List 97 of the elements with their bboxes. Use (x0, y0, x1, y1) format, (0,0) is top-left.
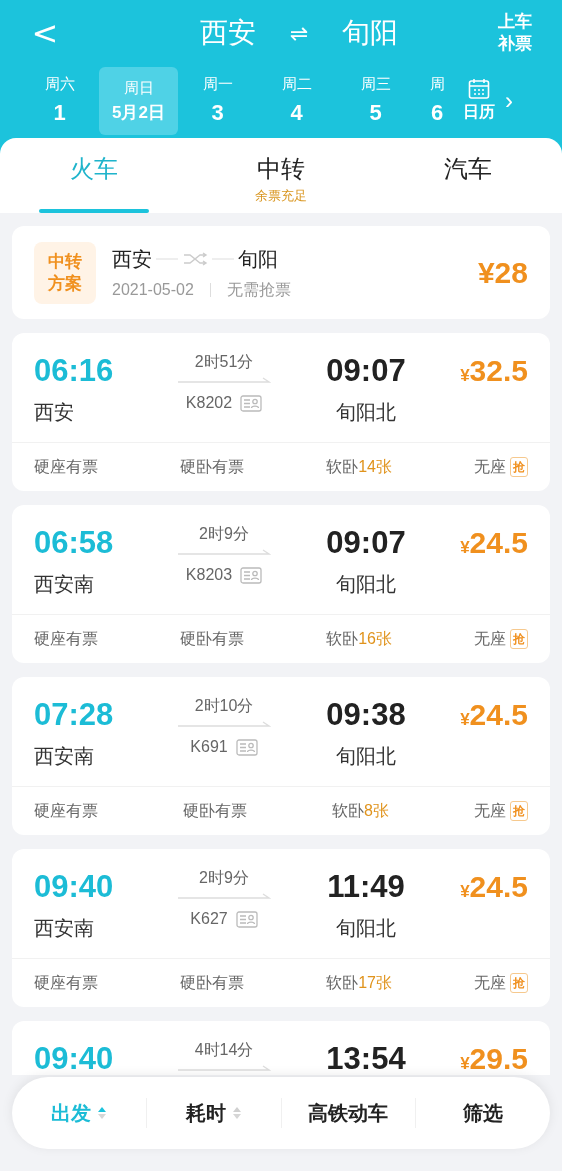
sort-option[interactable]: 高铁动车 (308, 1098, 389, 1128)
transfer-card[interactable]: 中转 方案 西安 旬阳 2021-05-02 无需抢票 ¥28 (12, 226, 550, 319)
grab-ticket-badge[interactable]: 抢 (510, 973, 528, 993)
sort-option[interactable]: 筛选 (463, 1098, 504, 1128)
date-tab[interactable]: 周 6 (415, 67, 459, 135)
train-card[interactable]: 06:16 西安 2时51分 K8202 09:07 旬阳北 ¥32.5 硬座有票 硬卧有票 软卧14张 无座 抢 (12, 333, 550, 491)
ticket-price: 24.5 (469, 869, 528, 905)
date-tab[interactable]: 周三 5 (336, 67, 415, 135)
seat-availability: 硬卧有票 (180, 629, 245, 649)
departure-station: 西安南 (34, 916, 95, 941)
origin-city: 西安 (199, 16, 256, 50)
arrival-time: 09:07 (326, 524, 406, 562)
back-button[interactable]: < (30, 17, 60, 49)
seat-availability: 硬卧有票 (180, 973, 245, 993)
travel-duration: 2时9分 (199, 524, 249, 544)
arrival-station: 旬阳北 (336, 916, 396, 941)
departure-time: 06:16 (34, 352, 115, 390)
passenger-card-icon (240, 394, 263, 412)
date-tab[interactable]: 周一 3 (178, 67, 257, 135)
arrival-station: 旬阳北 (336, 744, 396, 769)
currency-symbol: ¥ (460, 710, 470, 731)
passenger-card-icon (235, 910, 258, 928)
grab-ticket-badge[interactable]: 抢 (510, 457, 528, 477)
departure-time: 06:58 (34, 524, 115, 562)
seat-availability: 硬座有票 (34, 801, 98, 821)
ticket-price: 24.5 (469, 525, 528, 561)
arrival-time: 11:49 (327, 868, 405, 906)
arrival-station: 旬阳北 (336, 400, 396, 425)
currency-symbol: ¥ (460, 882, 470, 903)
transfer-date: 2021-05-02 (112, 279, 194, 300)
departure-time: 07:28 (34, 696, 115, 734)
train-number: K8202 (185, 393, 233, 413)
transfer-note: 无需抢票 (226, 279, 291, 300)
seat-availability: 硬座有票 (34, 973, 98, 993)
departure-station: 西安 (34, 400, 75, 425)
currency-symbol: ¥ (460, 538, 470, 559)
departure-station: 西安南 (34, 572, 95, 597)
calendar-button[interactable]: 日历 (463, 78, 495, 124)
departure-time: 09:40 (34, 868, 115, 906)
sort-icon (96, 1106, 107, 1120)
travel-duration: 2时9分 (199, 868, 249, 888)
arrival-station: 旬阳北 (336, 572, 396, 597)
travel-duration: 2时10分 (194, 696, 254, 716)
travel-duration: 2时51分 (194, 352, 254, 372)
date-tab[interactable]: 周二 4 (257, 67, 336, 135)
transfer-origin: 西安 (112, 246, 152, 272)
sort-option[interactable]: 耗时 (185, 1098, 242, 1128)
ticket-price: 24.5 (469, 697, 528, 733)
transfer-destination: 旬阳 (238, 246, 278, 272)
train-number: K8203 (185, 565, 233, 585)
train-card[interactable]: 06:58 西安南 2时9分 K8203 09:07 旬阳北 ¥24.5 硬座有票 硬卧有票 软卧16张 无座 抢 (12, 505, 550, 663)
seat-availability: 硬座有票 (34, 457, 98, 477)
transfer-price: ¥28 (477, 255, 528, 291)
ticket-price: 29.5 (469, 1041, 528, 1075)
seat-availability: 软卧14张 (326, 457, 392, 477)
ticket-price: 32.5 (469, 353, 528, 389)
grab-ticket-badge[interactable]: 抢 (510, 801, 528, 821)
date-tab[interactable]: 周六 1 (20, 67, 99, 135)
seat-availability: 无座 (474, 973, 506, 993)
arrival-time: 09:38 (326, 696, 406, 734)
mode-tab[interactable]: 火车 (0, 138, 188, 213)
date-tab[interactable]: 周日 5月2日 (99, 67, 178, 135)
seat-availability: 硬座有票 (34, 629, 98, 649)
arrival-time: 13:54 (326, 1040, 406, 1075)
arrival-time: 09:07 (326, 352, 406, 390)
onboard-ticket-button[interactable]: 上车 补票 (498, 11, 532, 55)
seat-availability: 软卧16张 (326, 629, 392, 649)
sort-option[interactable]: 出发 (50, 1098, 107, 1128)
passenger-card-icon (240, 566, 263, 584)
train-number: K691 (190, 737, 228, 757)
currency-symbol: ¥ (460, 1054, 470, 1075)
departure-station: 西安南 (34, 744, 95, 769)
train-card[interactable]: 07:28 西安南 2时10分 K691 09:38 旬阳北 ¥24.5 硬座有票 硬卧有票 软卧8张 无座 抢 (12, 677, 550, 835)
passenger-card-icon (235, 738, 258, 756)
seat-availability: 软卧17张 (326, 973, 392, 993)
seat-availability: 软卧8张 (332, 801, 389, 821)
travel-duration: 4时14分 (194, 1040, 254, 1060)
seat-availability: 无座 (474, 457, 506, 477)
train-number: K627 (190, 909, 228, 929)
mode-tab[interactable]: 中转 余票充足 (187, 138, 375, 213)
seat-availability: 无座 (474, 629, 506, 649)
sort-icon (231, 1106, 242, 1120)
train-card[interactable]: 09:40 4时14分 13:54 ¥29.5 (12, 1021, 550, 1075)
transfer-route-icon (154, 251, 236, 266)
grab-ticket-badge[interactable]: 抢 (510, 629, 528, 649)
mode-tab[interactable]: 汽车 (374, 138, 562, 213)
destination-city: 旬阳 (342, 16, 399, 50)
swap-button[interactable]: ⇌ (289, 16, 309, 50)
train-card[interactable]: 09:40 西安南 2时9分 K627 11:49 旬阳北 ¥24.5 硬座有票 硬卧有票 软卧17张 无座 抢 (12, 849, 550, 1007)
transfer-badge: 中转 方案 (34, 241, 96, 304)
seat-availability: 无座 (474, 801, 506, 821)
currency-symbol: ¥ (460, 366, 470, 387)
chevron-right-icon: › (505, 83, 513, 119)
seat-availability: 硬卧有票 (180, 457, 245, 477)
departure-time: 09:40 (34, 1040, 115, 1075)
calendar-icon (468, 78, 490, 100)
seat-availability: 硬卧有票 (183, 801, 248, 821)
